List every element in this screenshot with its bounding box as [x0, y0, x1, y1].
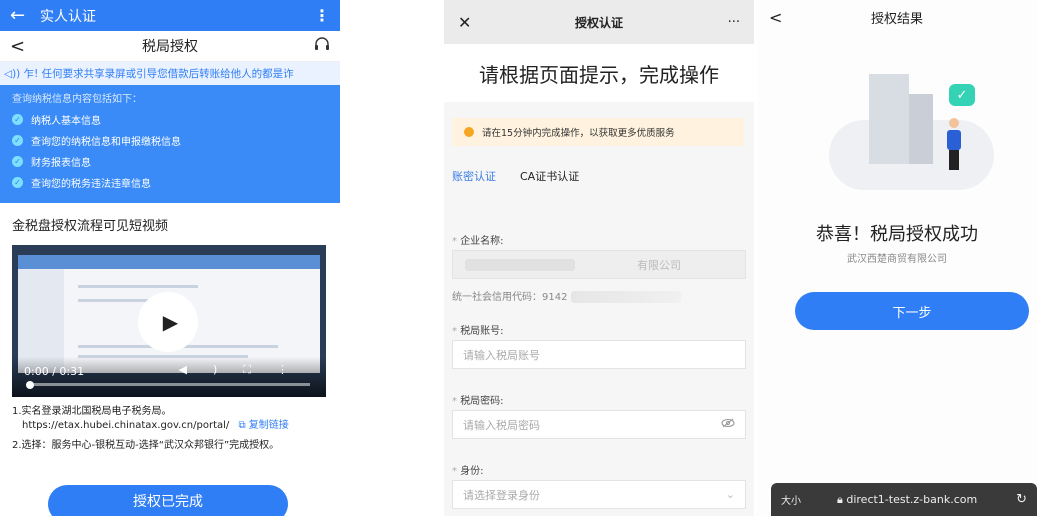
close-icon[interactable]: ✕: [458, 13, 488, 32]
back-chevron-icon[interactable]: <: [769, 8, 799, 27]
page-title: 税局授权: [142, 39, 198, 55]
panel-authorization-form: ✕ 授权认证 ··· 请根据页面提示，完成操作 请在15分钟内完成操作，以获取更…: [444, 0, 754, 516]
credit-code-text: 统一社会信用代码：9142: [452, 292, 568, 303]
identity-label: * 身份:: [452, 466, 484, 477]
label-text: 企业名称:: [460, 236, 504, 247]
person-illustration: [947, 118, 961, 170]
video-title: 金税盘授权流程可见短视频: [12, 219, 169, 234]
url-value: direct1-test.z-bank.com: [846, 492, 978, 506]
browser-url-bar: 大小 🔒︎ direct1-test.z-bank.com ↻: [771, 483, 1037, 516]
check-icon: ✓: [12, 177, 23, 188]
video-controls: 0:00 / 0:31 ◀)⛶⋮: [12, 357, 326, 397]
tax-info-box: 查询纳税信息内容包括如下： ✓ 纳税人基本信息 ✓ 查询您的纳税信息和申报缴税信息 …: [0, 85, 340, 203]
page-nav: < 授权结果: [757, 0, 1037, 34]
video-progress-knob[interactable]: [26, 381, 34, 389]
panel-tax-authorization: ← 实人认证 ⋮ < 税局授权 ◁)) 乍! 任何要求共享录屏或引导您借款后转账…: [0, 0, 340, 516]
label-text: 税局账号:: [460, 326, 504, 337]
redaction-blur: [571, 291, 682, 303]
instruction-heading: 请根据页面提示，完成操作: [444, 44, 754, 102]
play-icon[interactable]: ▶: [138, 292, 198, 352]
app-bar-title: 实人认证: [40, 8, 96, 25]
video-progress-bar[interactable]: [28, 383, 310, 386]
panel-authorization-result: < 授权结果 ✓ 恭喜！税局授权成功 武汉西楚商贸有限公司 下一步 大小 🔒︎ …: [757, 0, 1037, 516]
info-intro: 查询纳税信息内容包括如下：: [12, 94, 142, 105]
more-vertical-icon[interactable]: ⋮: [314, 6, 330, 25]
step-1: 1.实名登录湖北国税局电子税务局。: [12, 406, 172, 417]
scam-warning-banner: ◁)) 乍! 任何要求共享录屏或引导您借款后转账给他人的都是诈: [0, 62, 340, 85]
check-icon: ✓: [12, 114, 23, 125]
authorization-complete-button[interactable]: 授权已完成: [48, 485, 288, 516]
auth-method-tabs: 账密认证 CA证书认证: [452, 168, 603, 190]
video-time: 0:00 / 0:31: [24, 365, 85, 378]
tab-password-auth[interactable]: 账密认证: [452, 168, 496, 190]
warning-dot-icon: [464, 127, 474, 137]
page-title: 授权认证: [574, 15, 623, 30]
company-name-value: 有限公司: [637, 258, 681, 272]
page-nav: < 税局授权: [0, 31, 340, 62]
time-limit-tip: 请在15分钟内完成操作，以获取更多优质服务: [452, 118, 744, 146]
back-chevron-icon[interactable]: <: [10, 36, 40, 57]
company-name-field: 有限公司: [452, 250, 746, 279]
url-text[interactable]: 🔒︎ direct1-test.z-bank.com: [821, 493, 1016, 507]
info-item: ✓ 查询您的税务违法违章信息: [12, 174, 328, 191]
label-text: 身份:: [460, 466, 484, 477]
tax-account-input[interactable]: 请输入税局账号: [452, 340, 746, 369]
tax-password-label: * 税局密码:: [452, 396, 504, 407]
identity-placeholder: 请选择登录身份: [463, 488, 540, 502]
page-title: 授权结果: [870, 11, 923, 27]
portal-url: https://etax.hubei.chinatax.gov.cn/porta…: [22, 420, 230, 431]
headset-icon[interactable]: [300, 37, 330, 55]
tax-account-label: * 税局账号:: [452, 326, 504, 337]
video-control-icons[interactable]: ◀)⛶⋮: [179, 363, 314, 377]
reload-icon[interactable]: ↻: [1016, 492, 1027, 507]
tab-ca-certificate[interactable]: CA证书认证: [520, 168, 579, 190]
copy-link-button[interactable]: ⧉ 复制链接: [238, 420, 288, 431]
password-placeholder: 请输入税局密码: [463, 418, 540, 432]
page-nav: ✕ 授权认证 ···: [444, 0, 754, 44]
identity-select[interactable]: 请选择登录身份 ⌄: [452, 480, 746, 509]
step-2: 2.选择：服务中心-银税互动-选择“武汉众邦银行”完成授权。: [12, 440, 280, 451]
info-item: ✓ 纳税人基本信息: [12, 111, 328, 128]
info-item: ✓ 查询您的纳税信息和申报缴税信息: [12, 132, 328, 149]
copy-icon: ⧉: [238, 420, 246, 431]
text-size-button[interactable]: 大小: [781, 492, 821, 507]
check-icon: ✓: [12, 156, 23, 167]
more-icon[interactable]: ···: [710, 15, 740, 30]
tip-text: 请在15分钟内完成操作，以获取更多优质服务: [482, 128, 675, 139]
tutorial-video[interactable]: ▶ 0:00 / 0:31 ◀)⛶⋮: [12, 245, 326, 397]
app-bar: ← 实人认证 ⋮: [0, 0, 340, 31]
info-item-label: 查询您的纳税信息和申报缴税信息: [31, 137, 181, 148]
next-step-button[interactable]: 下一步: [795, 292, 1029, 330]
eye-hidden-icon[interactable]: [721, 418, 735, 431]
step-url-row: https://etax.hubei.chinatax.gov.cn/porta…: [12, 419, 332, 433]
redaction-blur: [465, 259, 575, 271]
chevron-down-icon: ⌄: [725, 488, 735, 501]
info-item-label: 财务报表信息: [31, 158, 91, 169]
success-illustration: ✓: [829, 70, 999, 200]
copy-link-label: 复制链接: [248, 420, 289, 431]
info-item-label: 纳税人基本信息: [31, 116, 101, 127]
label-text: 税局密码:: [460, 396, 504, 407]
info-item: ✓ 财务报表信息: [12, 153, 328, 170]
check-shield-icon: ✓: [949, 84, 975, 106]
credit-code: 统一社会信用代码：9142: [452, 288, 682, 303]
company-name: 武汉西楚商贸有限公司: [847, 254, 947, 265]
instruction-steps: 1.实名登录湖北国税局电子税务局。 https://etax.hubei.chi…: [12, 405, 332, 453]
success-message: 恭喜！税局授权成功: [816, 224, 978, 245]
back-arrow-icon[interactable]: ←: [10, 5, 40, 26]
info-item-label: 查询您的税务违法违章信息: [31, 179, 151, 190]
tax-password-input[interactable]: 请输入税局密码: [452, 410, 746, 439]
lock-icon: 🔒︎: [837, 492, 843, 506]
company-name-label: * 企业名称:: [452, 236, 504, 247]
check-icon: ✓: [12, 135, 23, 146]
